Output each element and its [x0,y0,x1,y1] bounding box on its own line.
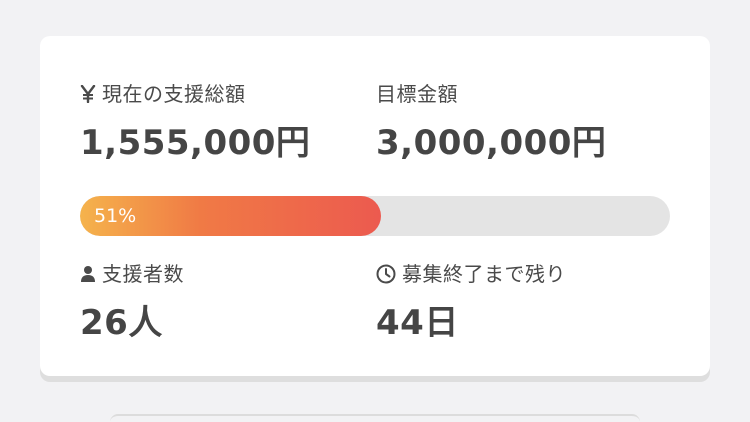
current-total-value: 1,555,000円 [80,123,311,163]
goal-amount-value: 3,000,000円 [376,123,607,163]
goal-amount-label: 目標金額 [376,82,458,106]
funding-progress-bar: 51% [80,196,670,236]
remaining-days-label: 募集終了まで残り [402,262,566,286]
funding-summary-card: 現在の支援総額 1,555,000円 目標金額 3,000,000円 51% 支… [40,36,710,376]
goal-amount-label-row: 目標金額 [376,84,606,104]
goal-amount-stat: 目標金額 3,000,000円 [376,84,606,160]
backers-label: 支援者数 [102,262,184,286]
remaining-days-value: 44日 [376,303,459,343]
backers-value: 26人 [80,303,163,343]
remaining-days-stat: 募集終了まで残り 44日 [376,264,566,340]
current-total-label: 現在の支援総額 [102,82,246,106]
current-total-label-row: 現在の支援総額 [80,84,310,104]
current-total-stat: 現在の支援総額 1,555,000円 [80,84,310,160]
clock-icon [376,264,396,284]
person-icon [80,265,96,283]
next-card-edge [110,414,640,422]
backers-label-row: 支援者数 [80,264,184,284]
backers-stat: 支援者数 26人 [80,264,184,340]
remaining-days-label-row: 募集終了まで残り [376,264,566,284]
funding-progress-percent: 51% [94,205,137,227]
yen-icon [80,85,96,103]
